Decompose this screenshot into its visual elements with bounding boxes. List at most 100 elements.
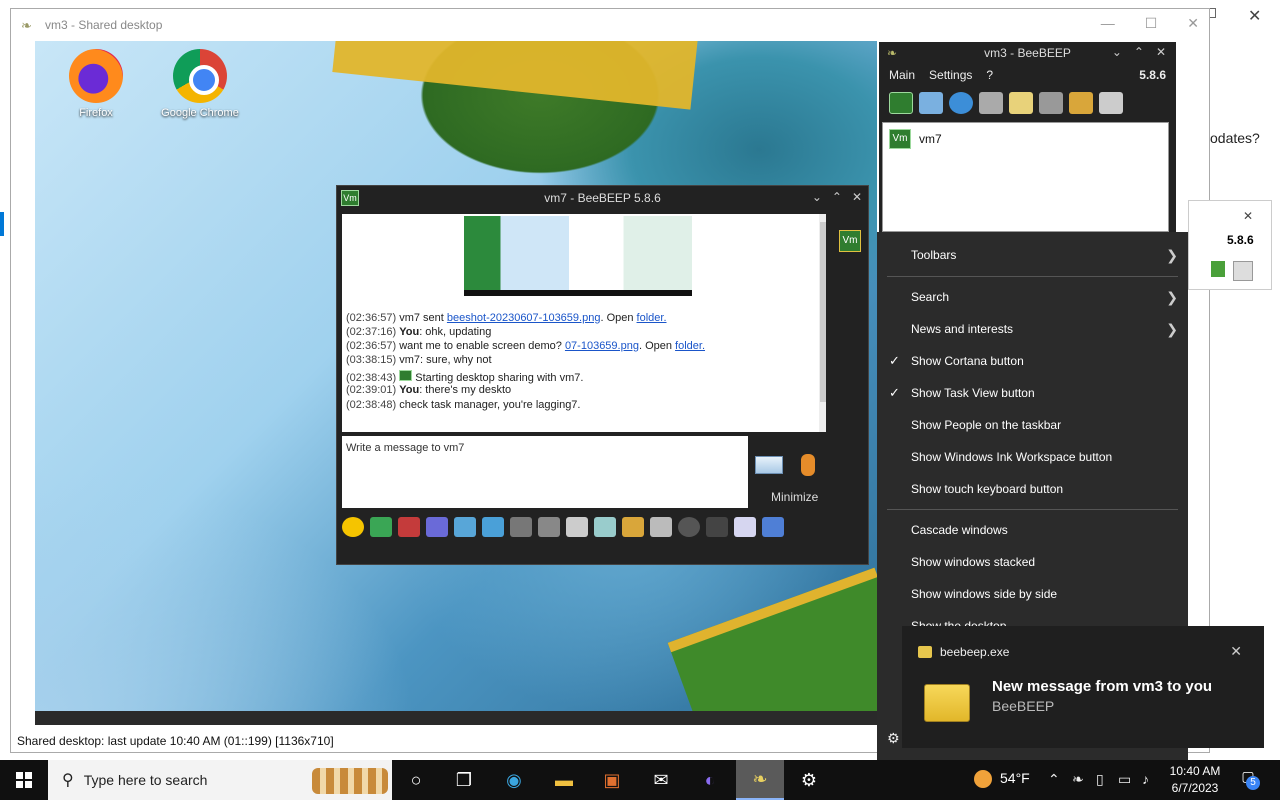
file-link[interactable]: beeshot-20230607-103659.png <box>447 312 601 324</box>
device-icon[interactable]: ▯ <box>1096 771 1104 788</box>
close-icon[interactable]: ✕ <box>1156 45 1166 59</box>
trash-icon[interactable] <box>1233 261 1253 281</box>
filter-icon[interactable] <box>454 517 476 537</box>
user-avatar-icon[interactable]: Vm <box>839 230 861 252</box>
plugins-icon[interactable] <box>1039 92 1063 114</box>
menu-item-ink-workspace[interactable]: Show Windows Ink Workspace button <box>877 442 1188 472</box>
screenshot-thumbnail[interactable] <box>464 216 692 296</box>
record-icon[interactable] <box>678 517 700 537</box>
main-window-controls: ⌄ ⌃ ✕ <box>1112 45 1166 59</box>
menu-item-news[interactable]: News and interests ❯ <box>877 314 1188 344</box>
desktop-icon-firefox[interactable]: Firefox <box>51 49 141 119</box>
send-file-icon[interactable] <box>370 517 392 537</box>
cortana-button[interactable]: ○ <box>392 760 440 800</box>
start-button[interactable] <box>0 760 48 800</box>
weather-widget[interactable]: 54°F <box>974 770 1030 789</box>
color-icon[interactable] <box>426 517 448 537</box>
beebeep-tray-icon[interactable]: ❧ <box>1072 771 1084 788</box>
chevron-up-icon[interactable]: ⌃ <box>832 190 842 204</box>
status-bar: Shared desktop: last update 10:40 AM (01… <box>17 734 334 748</box>
version-label: 5.8.6 <box>1227 233 1254 247</box>
screenshot-icon[interactable] <box>706 517 728 537</box>
menu-item-stacked[interactable]: Show windows stacked <box>877 547 1188 577</box>
gear-icon[interactable]: ⚙ <box>887 730 900 747</box>
close-icon[interactable]: ✕ <box>1187 15 1199 32</box>
close-icon[interactable]: ✕ <box>1248 6 1261 26</box>
folder-link[interactable]: folder. <box>637 312 667 324</box>
toast-subtitle: BeeBEEP <box>992 698 1055 714</box>
chevron-down-icon[interactable]: ⌄ <box>812 190 822 204</box>
send-icon[interactable] <box>755 456 783 474</box>
cortana-icon: ○ <box>410 769 422 790</box>
store-button[interactable]: ▣ <box>588 760 636 800</box>
chat-scrollbar[interactable] <box>819 214 826 432</box>
share-desktop-icon[interactable] <box>762 517 784 537</box>
menu-item-touch-keyboard[interactable]: Show touch keyboard button <box>877 474 1188 504</box>
toast-notification[interactable]: beebeep.exe ✕ New message from vm3 to yo… <box>902 626 1264 748</box>
network-icon[interactable] <box>949 92 973 114</box>
save-icon[interactable] <box>566 517 588 537</box>
menu-help[interactable]: ? <box>986 68 993 82</box>
bee-icon: ❧ <box>21 18 32 33</box>
menu-item-cortana[interactable]: ✓ Show Cortana button <box>877 346 1188 376</box>
user-item[interactable]: Vm vm7 <box>883 123 1168 155</box>
status-icon[interactable] <box>889 92 913 114</box>
trash-icon[interactable] <box>1099 92 1123 114</box>
emoticon-icon[interactable] <box>342 517 364 537</box>
download-icon[interactable] <box>1069 92 1093 114</box>
chevron-up-icon[interactable]: ⌃ <box>1048 771 1060 788</box>
folder-icon[interactable] <box>622 517 644 537</box>
edit-icon[interactable] <box>734 517 756 537</box>
note-icon[interactable] <box>650 517 672 537</box>
scrollbar-thumb[interactable] <box>820 222 826 402</box>
close-icon[interactable]: ✕ <box>1243 209 1253 223</box>
task-view-button[interactable]: ❐ <box>440 760 488 800</box>
desktop-icon-chrome[interactable]: Google Chrome <box>155 49 245 119</box>
menu-item-cascade[interactable]: Cascade windows <box>877 515 1188 545</box>
maximize-icon[interactable]: ☐ <box>1145 15 1158 32</box>
menu-settings[interactable]: Settings <box>929 68 972 82</box>
folder-link[interactable]: folder. <box>675 340 705 352</box>
font-icon[interactable] <box>398 517 420 537</box>
taskbar-search[interactable]: ⚲ Type here to search <box>48 760 392 800</box>
edge-button[interactable]: ◉ <box>490 760 538 800</box>
menu-item-toolbars[interactable]: Toolbars ❯ <box>877 240 1188 270</box>
minimize-checkbox-label[interactable]: Minimize <box>771 490 818 504</box>
settings-taskbar-button[interactable]: ⚙ <box>785 760 833 800</box>
mail-button[interactable]: ✉ <box>637 760 685 800</box>
menu-item-side-by-side[interactable]: Show windows side by side <box>877 579 1188 609</box>
groups-icon[interactable] <box>979 92 1003 114</box>
message-input[interactable]: Write a message to vm7 <box>342 436 748 508</box>
network-icon[interactable]: ▭ <box>1118 771 1131 788</box>
chat-history[interactable]: (02:36:57) vm7 sent beeshot-20230607-103… <box>342 214 826 432</box>
microphone-icon[interactable] <box>801 454 815 476</box>
minimize-icon[interactable]: — <box>1101 15 1115 32</box>
download-icon[interactable] <box>1211 261 1225 277</box>
clear-icon[interactable] <box>538 517 560 537</box>
chevron-up-icon[interactable]: ⌃ <box>1134 45 1144 59</box>
chevron-down-icon[interactable]: ⌄ <box>1112 45 1122 59</box>
close-icon[interactable]: ✕ <box>1230 643 1242 660</box>
user-list: Vm vm7 <box>882 122 1169 232</box>
app-button[interactable]: ◐ <box>686 760 734 800</box>
background-text: odates? <box>1210 130 1260 146</box>
profile-icon[interactable] <box>919 92 943 114</box>
menu-item-task-view[interactable]: ✓ Show Task View button <box>877 378 1188 408</box>
menu-item-people[interactable]: Show People on the taskbar <box>877 410 1188 440</box>
wallpaper-shape <box>332 41 698 110</box>
beebeep-taskbar-button[interactable]: ❧ <box>736 760 784 800</box>
menu-item-search[interactable]: Search ❯ <box>877 282 1188 312</box>
file-link[interactable]: 07-103659.png <box>565 340 639 352</box>
message-icon[interactable] <box>1009 92 1033 114</box>
window-controls: — ☐ ✕ <box>1101 15 1199 32</box>
close-icon[interactable]: ✕ <box>852 190 862 204</box>
settings-icon[interactable] <box>482 517 504 537</box>
spellcheck-icon[interactable] <box>510 517 532 537</box>
chat-message: (02:36:57) vm7 sent beeshot-20230607-103… <box>346 312 667 324</box>
weather-icon <box>974 770 992 789</box>
export-icon[interactable] <box>594 517 616 537</box>
file-explorer-button[interactable]: ▬ <box>540 760 588 800</box>
menu-main[interactable]: Main <box>889 68 915 82</box>
clock[interactable]: 10:40 AM 6/7/2023 <box>1165 763 1225 797</box>
volume-icon[interactable]: ♪ <box>1142 771 1149 787</box>
